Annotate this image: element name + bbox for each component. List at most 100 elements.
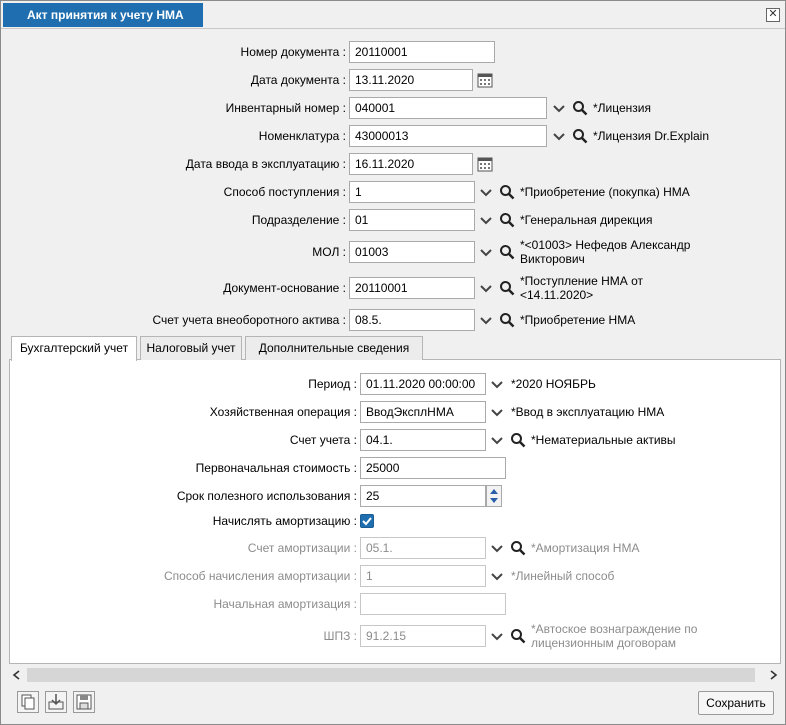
- chevron-down-icon[interactable]: [489, 432, 505, 448]
- chevron-down-icon[interactable]: [489, 628, 505, 644]
- account-input[interactable]: [360, 429, 486, 451]
- operation-desc: *Ввод в эксплуатацию НМА: [511, 405, 665, 419]
- department-desc: *Генеральная дирекция: [520, 213, 653, 227]
- chevron-down-icon[interactable]: [489, 376, 505, 392]
- inventory-number-label: Инвентарный номер :: [225, 101, 346, 115]
- base-document-desc-line2: <14.11.2020>: [520, 288, 594, 302]
- account-desc: *Нематериальные активы: [531, 433, 676, 447]
- depreciation-method-desc: *Линейный способ: [511, 569, 615, 583]
- initial-cost-label: Первоначальная стоимость :: [195, 461, 357, 475]
- chevron-down-icon[interactable]: [478, 184, 494, 200]
- useful-life-label: Срок полезного использования :: [176, 489, 357, 503]
- depreciation-account-label: Счет амортизации :: [247, 541, 357, 555]
- tab-additional[interactable]: Дополнительные сведения: [245, 336, 423, 360]
- operation-input[interactable]: [360, 401, 486, 423]
- chevron-down-icon[interactable]: [489, 540, 505, 556]
- tab-strip: Бухгалтерский учет Налоговый учет Дополн…: [9, 334, 781, 361]
- chevron-down-icon[interactable]: [551, 100, 567, 116]
- chevron-down-icon[interactable]: [478, 280, 494, 296]
- operation-label: Хозяйственная операция :: [209, 405, 357, 419]
- doc-number-input[interactable]: [349, 41, 495, 63]
- copy-icon[interactable]: [17, 691, 39, 713]
- base-document-label: Документ-основание :: [223, 281, 346, 295]
- receipt-method-input[interactable]: [349, 181, 475, 203]
- period-label: Период :: [308, 377, 357, 391]
- accrue-depreciation-checkbox[interactable]: [360, 514, 374, 528]
- import-icon[interactable]: [45, 691, 67, 713]
- search-icon[interactable]: [499, 184, 515, 200]
- depreciation-account-input[interactable]: [360, 537, 486, 559]
- period-desc: *2020 НОЯБРЬ: [511, 377, 596, 391]
- receipt-method-desc: *Приобретение (покупка) НМА: [520, 185, 690, 199]
- save-disk-icon[interactable]: [73, 691, 95, 713]
- copy-glyph: [21, 694, 35, 710]
- horizontal-scrollbar[interactable]: [9, 665, 781, 685]
- depreciation-method-label: Способ начисления амортизации :: [163, 569, 357, 583]
- close-icon[interactable]: ✕: [766, 8, 780, 22]
- disk-glyph: [76, 694, 92, 710]
- stepper-arrows-icon: [490, 489, 498, 503]
- bottom-toolbar: Сохранить: [1, 687, 785, 725]
- shpz-label: ШПЗ :: [323, 629, 357, 643]
- shpz-input[interactable]: [360, 625, 486, 647]
- account-label: Счет учета :: [289, 433, 357, 447]
- useful-life-input[interactable]: [360, 485, 486, 507]
- search-icon[interactable]: [499, 244, 515, 260]
- doc-date-label: Дата документа :: [250, 73, 346, 87]
- window-title: Акт принятия к учету НМА: [3, 3, 203, 27]
- shpz-desc-line1: *Автоское вознаграждение по: [531, 622, 698, 636]
- doc-number-label: Номер документа :: [240, 45, 346, 59]
- noncurrent-account-desc: *Приобретение НМА: [520, 313, 636, 327]
- nomenclature-label: Номенклатура :: [258, 129, 346, 143]
- noncurrent-account-label: Счет учета внеоборотного актива :: [152, 313, 346, 327]
- search-icon[interactable]: [510, 432, 526, 448]
- shpz-desc-line2: лицензионным договорам: [531, 636, 677, 650]
- period-input[interactable]: [360, 373, 486, 395]
- search-icon[interactable]: [510, 628, 526, 644]
- tab-tax[interactable]: Налоговый учет: [140, 336, 242, 360]
- depreciation-method-input[interactable]: [360, 565, 486, 587]
- receipt-method-label: Способ поступления :: [223, 185, 346, 199]
- calendar-icon[interactable]: [477, 72, 493, 88]
- checkmark-icon: [362, 517, 372, 526]
- save-button[interactable]: Сохранить: [698, 691, 774, 715]
- initial-depreciation-input[interactable]: [360, 593, 506, 615]
- chevron-right-icon[interactable]: [767, 669, 779, 681]
- inventory-number-input[interactable]: [349, 97, 547, 119]
- search-icon[interactable]: [572, 128, 588, 144]
- chevron-left-icon[interactable]: [11, 669, 23, 681]
- mol-input[interactable]: [349, 241, 475, 263]
- mol-label: МОЛ :: [312, 245, 346, 259]
- commissioning-date-label: Дата ввода в эксплуатацию :: [185, 157, 346, 171]
- useful-life-stepper[interactable]: [486, 485, 502, 507]
- inventory-number-desc: *Лицензия: [593, 101, 651, 115]
- search-icon[interactable]: [510, 540, 526, 556]
- base-document-desc-line1: *Поступление НМА от: [520, 274, 644, 288]
- chevron-down-icon[interactable]: [489, 404, 505, 420]
- initial-cost-input[interactable]: [360, 457, 506, 479]
- chevron-down-icon[interactable]: [489, 568, 505, 584]
- calendar-icon[interactable]: [477, 156, 493, 172]
- nomenclature-desc: *Лицензия Dr.Explain: [593, 129, 710, 143]
- nomenclature-input[interactable]: [349, 125, 547, 147]
- dialog-window: Акт принятия к учету НМА ✕ Номер докумен…: [0, 0, 786, 725]
- accrue-depreciation-label: Начислять амортизацию :: [212, 514, 357, 528]
- search-icon[interactable]: [499, 212, 515, 228]
- search-icon[interactable]: [572, 100, 588, 116]
- base-document-input[interactable]: [349, 277, 475, 299]
- scrollbar-thumb[interactable]: [27, 668, 755, 682]
- chevron-down-icon[interactable]: [478, 244, 494, 260]
- tab-accounting[interactable]: Бухгалтерский учет: [11, 336, 137, 361]
- search-icon[interactable]: [499, 280, 515, 296]
- noncurrent-account-input[interactable]: [349, 309, 475, 331]
- initial-depreciation-label: Начальная амортизация :: [213, 597, 357, 611]
- chevron-down-icon[interactable]: [551, 128, 567, 144]
- chevron-down-icon[interactable]: [478, 212, 494, 228]
- department-input[interactable]: [349, 209, 475, 231]
- import-glyph: [48, 694, 64, 710]
- search-icon[interactable]: [499, 312, 515, 328]
- commissioning-date-input[interactable]: [349, 153, 473, 175]
- doc-date-input[interactable]: [349, 69, 473, 91]
- chevron-down-icon[interactable]: [478, 312, 494, 328]
- department-label: Подразделение :: [251, 213, 346, 227]
